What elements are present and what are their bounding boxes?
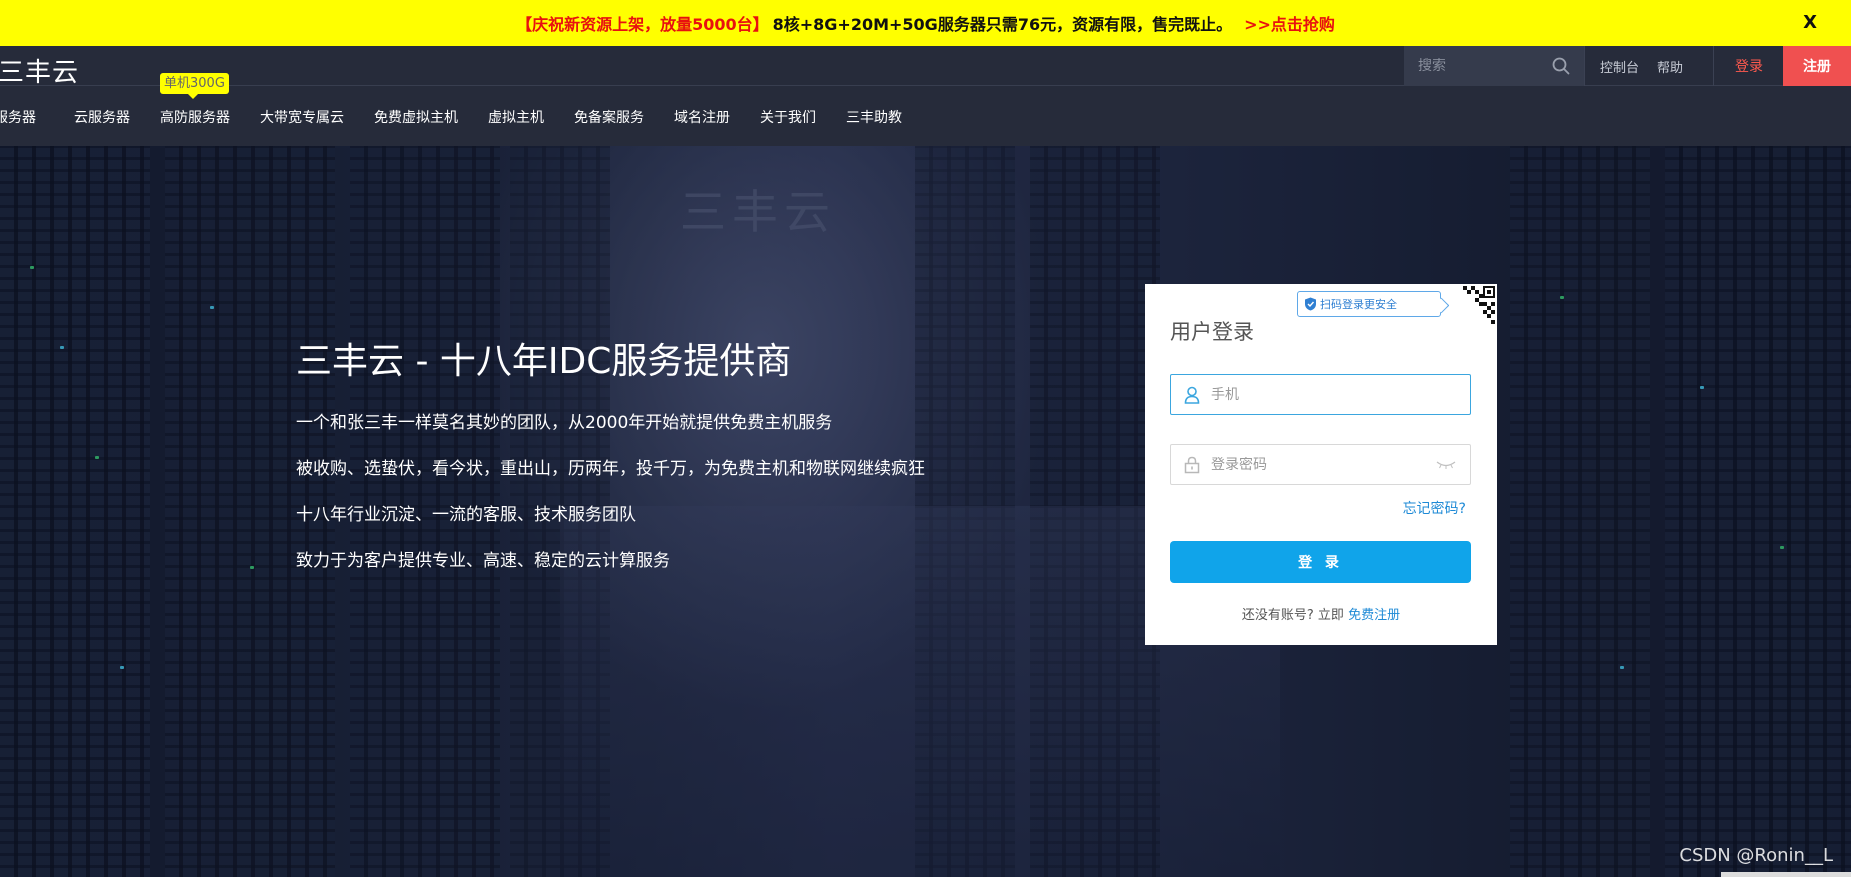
qr-code-icon[interactable] xyxy=(1449,284,1497,332)
nav-item-vhost[interactable]: 虚拟主机 xyxy=(488,86,544,146)
register-prompt-text: 还没有账号? 立即 xyxy=(1241,608,1344,623)
nav-item-domain[interactable]: 域名注册 xyxy=(674,86,730,146)
nav-item-cloud-server-partial[interactable]: 服务器 xyxy=(0,86,36,146)
nav-item-cloud-server[interactable]: 云服务器 xyxy=(74,86,130,146)
promo-cta-link[interactable]: >>点击抢购 xyxy=(1244,11,1335,35)
top-bar: 三丰云 控制台 帮助 登录 注册 xyxy=(0,46,1851,89)
user-icon xyxy=(1184,386,1200,404)
search-box xyxy=(1404,46,1584,86)
password-field xyxy=(1170,444,1471,485)
watermark: CSDN @Ronin__L xyxy=(1679,845,1833,866)
search-icon[interactable] xyxy=(1552,57,1570,75)
hero-line: 一个和张三丰一样莫名其妙的团队，从2000年开始就提供免费主机服务 xyxy=(296,413,833,433)
nav-item-about[interactable]: 关于我们 xyxy=(760,86,816,146)
hero-banner: 三丰云 三丰云 - 十八年IDC服务提供商 一个和张三丰一样莫名其妙的团队，从2… xyxy=(0,146,1851,877)
phone-input[interactable] xyxy=(1211,386,1431,403)
nav-item-no-icp[interactable]: 免备案服务 xyxy=(574,86,644,146)
site-logo[interactable]: 三丰云 xyxy=(0,52,79,89)
promo-highlight: 【庆祝新资源上架，放量5000台】 xyxy=(516,15,769,34)
hero-line: 被收购、选蛰伏，看今状，重出山，历两年，投千万，为免费主机和物联网继续疯狂 xyxy=(296,459,925,479)
help-link[interactable]: 帮助 xyxy=(1657,57,1683,76)
header-login-button[interactable]: 登录 xyxy=(1714,46,1784,86)
nav-item-free-vhost[interactable]: 免费虚拟主机 xyxy=(374,86,458,146)
hero-copy: 三丰云 - 十八年IDC服务提供商 一个和张三丰一样莫名其妙的团队，从2000年… xyxy=(296,332,925,571)
shield-icon xyxy=(1305,297,1316,311)
eye-closed-icon[interactable] xyxy=(1436,461,1456,469)
hero-line: 十八年行业沉淀、一流的客服、技术服务团队 xyxy=(296,505,636,525)
hero-line: 致力于为客户提供专业、高速、稳定的云计算服务 xyxy=(296,551,670,571)
site-header: 三丰云 控制台 帮助 登录 注册 服务器 云服务器 高防服务器 大带宽专属云 免… xyxy=(0,46,1851,146)
promo-close-button[interactable]: X xyxy=(1803,12,1817,33)
register-prompt: 还没有账号? 立即 免费注册 xyxy=(1145,604,1497,623)
login-title: 用户登录 xyxy=(1170,320,1254,344)
divider xyxy=(1584,46,1585,86)
phone-field xyxy=(1170,374,1471,415)
promo-text: 8核+8G+20M+50G服务器只需76元，资源有限，售完既止。 xyxy=(772,15,1233,34)
nav-item-bandwidth-cloud[interactable]: 大带宽专属云 xyxy=(260,86,344,146)
search-input[interactable] xyxy=(1418,58,1548,74)
hero-title: 三丰云 - 十八年IDC服务提供商 xyxy=(296,341,792,382)
header-register-button[interactable]: 注册 xyxy=(1783,46,1851,86)
lock-icon xyxy=(1184,456,1200,474)
nav-badge: 单机300G xyxy=(160,73,229,99)
password-input[interactable] xyxy=(1211,456,1431,473)
qr-login-tip[interactable]: 扫码登录更安全 xyxy=(1297,291,1441,317)
login-submit-button[interactable]: 登 录 xyxy=(1170,541,1471,583)
promo-banner: 【庆祝新资源上架，放量5000台】 8核+8G+20M+50G服务器只需76元，… xyxy=(0,0,1851,46)
nav-item-tutor[interactable]: 三丰助教 xyxy=(846,86,902,146)
top-links: 控制台 帮助 xyxy=(1600,46,1701,86)
free-register-link[interactable]: 免费注册 xyxy=(1348,608,1400,623)
hero-overlay xyxy=(0,146,1851,877)
login-panel: 扫码登录更安全 用户登录 手机 忘记密码? 登 录 还没有账号? 立即 免费注册 xyxy=(1145,284,1497,645)
forgot-password-link[interactable]: 忘记密码? xyxy=(1403,498,1466,518)
qr-tip-label: 扫码登录更安全 xyxy=(1320,298,1397,311)
console-link[interactable]: 控制台 xyxy=(1600,57,1639,76)
horizontal-scrollbar[interactable] xyxy=(1721,872,1851,877)
